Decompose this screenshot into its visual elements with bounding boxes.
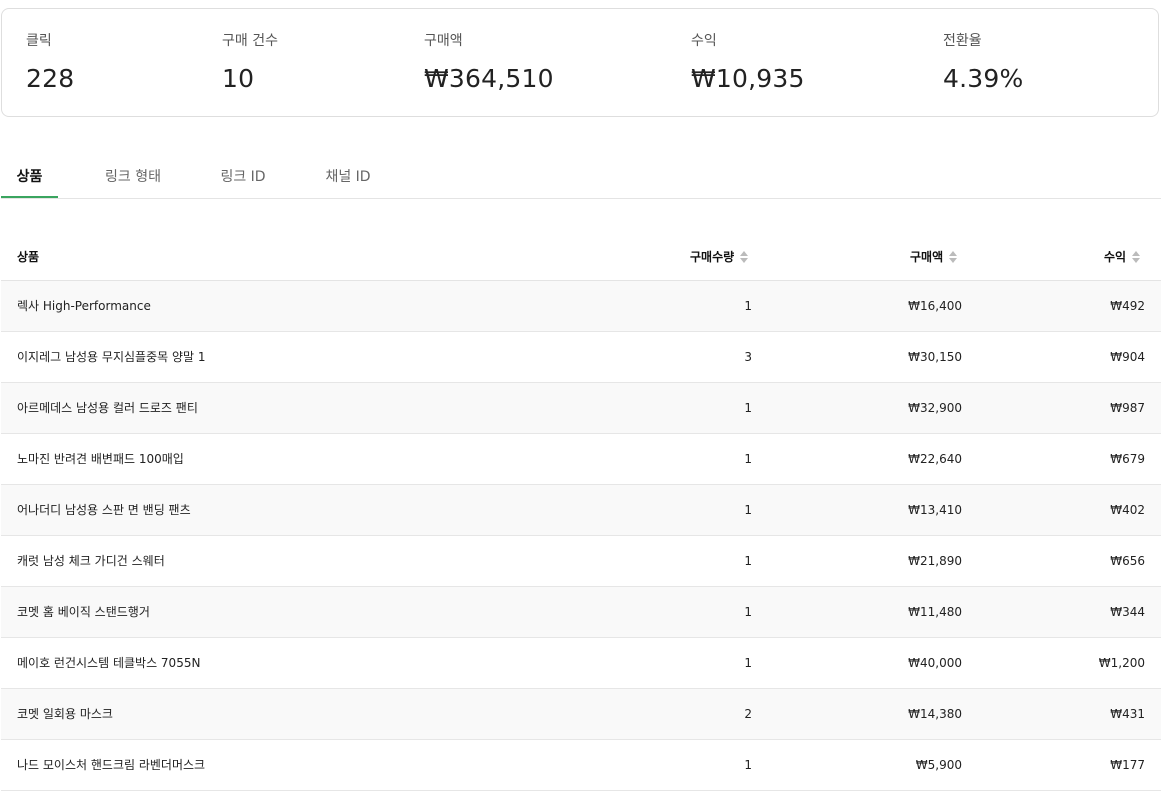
stat-purchase-count-value: 10 <box>222 64 255 93</box>
cell-product: 코멧 일회용 마스크 <box>17 707 113 721</box>
stat-conversion-rate: 전환율 4.39% <box>943 31 1023 94</box>
cell-profit: ₩344 <box>1110 605 1145 619</box>
cell-amount: ₩13,410 <box>908 503 962 517</box>
cell-profit: ₩656 <box>1110 554 1145 568</box>
cell-qty: 1 <box>744 554 752 568</box>
cell-qty: 1 <box>744 605 752 619</box>
cell-qty: 1 <box>744 503 752 517</box>
table-row: 메이호 런건시스템 테클박스 7055N 1 ₩40,000 ₩1,200 <box>1 638 1161 689</box>
cell-product: 코멧 홈 베이직 스탠드행거 <box>17 605 150 619</box>
sort-icon[interactable] <box>740 250 749 263</box>
cell-profit: ₩987 <box>1110 401 1145 415</box>
cell-amount: ₩30,150 <box>908 350 962 364</box>
cell-profit: ₩492 <box>1110 299 1145 313</box>
table-row: 렉사 High-Performance 1 ₩16,400 ₩492 <box>1 281 1161 332</box>
tab-product[interactable]: 상품 <box>1 158 58 198</box>
stat-clicks: 클릭 228 <box>26 31 74 94</box>
cell-amount: ₩32,900 <box>908 401 962 415</box>
cell-qty: 1 <box>744 452 752 466</box>
cell-product: 이지레그 남성용 무지심플중목 양말 1 <box>17 350 206 364</box>
table-row: 코멧 일회용 마스크 2 ₩14,380 ₩431 <box>1 689 1161 740</box>
cell-amount: ₩11,480 <box>908 605 962 619</box>
table-row: 이지레그 남성용 무지심플중목 양말 1 3 ₩30,150 ₩904 <box>1 332 1161 383</box>
cell-amount: ₩22,640 <box>908 452 962 466</box>
stat-purchase-amount: 구매액 ₩364,510 <box>424 31 554 94</box>
cell-amount: ₩40,000 <box>908 656 962 670</box>
cell-amount: ₩5,900 <box>915 758 962 772</box>
table-row: 코멧 홈 베이직 스탠드행거 1 ₩11,480 ₩344 <box>1 587 1161 638</box>
report-tabs: 상품 링크 형태 링크 ID 채널 ID <box>1 158 1161 199</box>
product-report-table: 상품 구매수량 구매액 수익 렉사 High-Performance 1 ₩16… <box>1 232 1161 791</box>
tab-link-id[interactable]: 링크 ID <box>217 158 269 198</box>
column-header-amount-label: 구매액 <box>910 250 944 264</box>
stat-purchase-amount-value: ₩364,510 <box>424 64 554 93</box>
stat-profit: 수익 ₩10,935 <box>691 31 805 94</box>
cell-qty: 1 <box>744 758 752 772</box>
cell-profit: ₩402 <box>1110 503 1145 517</box>
stat-conversion-rate-value: 4.39% <box>943 64 1024 93</box>
table-row: 캐럿 남성 체크 가디건 스웨터 1 ₩21,890 ₩656 <box>1 536 1161 587</box>
cell-product: 나드 모이스처 핸드크림 라벤더머스크 <box>17 758 206 772</box>
cell-product: 노마진 반려견 배변패드 100매입 <box>17 452 184 466</box>
cell-product: 아르메데스 남성용 컬러 드로즈 팬티 <box>17 401 198 415</box>
cell-qty: 2 <box>744 707 752 721</box>
cell-product: 어나더디 남성용 스판 면 밴딩 팬츠 <box>17 503 191 517</box>
stat-purchase-count: 구매 건수 10 <box>222 31 278 94</box>
cell-profit: ₩679 <box>1110 452 1145 466</box>
cell-product: 메이호 런건시스템 테클박스 7055N <box>17 656 201 670</box>
cell-amount: ₩14,380 <box>908 707 962 721</box>
cell-amount: ₩21,890 <box>908 554 962 568</box>
tab-link-type[interactable]: 링크 형태 <box>101 158 165 198</box>
cell-qty: 1 <box>744 401 752 415</box>
table-row: 아르메데스 남성용 컬러 드로즈 팬티 1 ₩32,900 ₩987 <box>1 383 1161 434</box>
cell-qty: 1 <box>744 656 752 670</box>
table-row: 어나더디 남성용 스판 면 밴딩 팬츠 1 ₩13,410 ₩402 <box>1 485 1161 536</box>
column-header-profit-label: 수익 <box>1104 250 1127 264</box>
stat-profit-label: 수익 <box>691 33 717 49</box>
cell-profit: ₩904 <box>1110 350 1145 364</box>
sort-icon[interactable] <box>1132 250 1141 263</box>
stats-summary-card: 클릭 228 구매 건수 10 구매액 ₩364,510 수익 ₩10,935 … <box>1 8 1159 117</box>
stat-profit-value: ₩10,935 <box>691 64 805 93</box>
stat-purchase-count-label: 구매 건수 <box>222 33 278 49</box>
sort-icon[interactable] <box>949 250 958 263</box>
column-header-qty[interactable]: 구매수량 <box>690 249 749 265</box>
column-header-amount[interactable]: 구매액 <box>910 249 958 265</box>
stat-conversion-rate-label: 전환율 <box>943 33 982 49</box>
stat-clicks-value: 228 <box>26 64 75 93</box>
cell-qty: 1 <box>744 299 752 313</box>
cell-qty: 3 <box>744 350 752 364</box>
table-header: 상품 구매수량 구매액 수익 <box>1 232 1161 281</box>
column-header-qty-label: 구매수량 <box>690 250 735 264</box>
cell-profit: ₩177 <box>1110 758 1145 772</box>
column-header-product: 상품 <box>17 250 40 264</box>
cell-amount: ₩16,400 <box>908 299 962 313</box>
tab-channel-id[interactable]: 채널 ID <box>323 158 373 198</box>
cell-product: 캐럿 남성 체크 가디건 스웨터 <box>17 554 165 568</box>
table-row: 나드 모이스처 핸드크림 라벤더머스크 1 ₩5,900 ₩177 <box>1 740 1161 791</box>
cell-profit: ₩431 <box>1110 707 1145 721</box>
cell-profit: ₩1,200 <box>1098 656 1145 670</box>
stat-clicks-label: 클릭 <box>26 33 52 49</box>
stat-purchase-amount-label: 구매액 <box>424 33 463 49</box>
cell-product: 렉사 High-Performance <box>17 299 151 313</box>
column-header-profit[interactable]: 수익 <box>1104 249 1141 265</box>
table-row: 노마진 반려견 배변패드 100매입 1 ₩22,640 ₩679 <box>1 434 1161 485</box>
